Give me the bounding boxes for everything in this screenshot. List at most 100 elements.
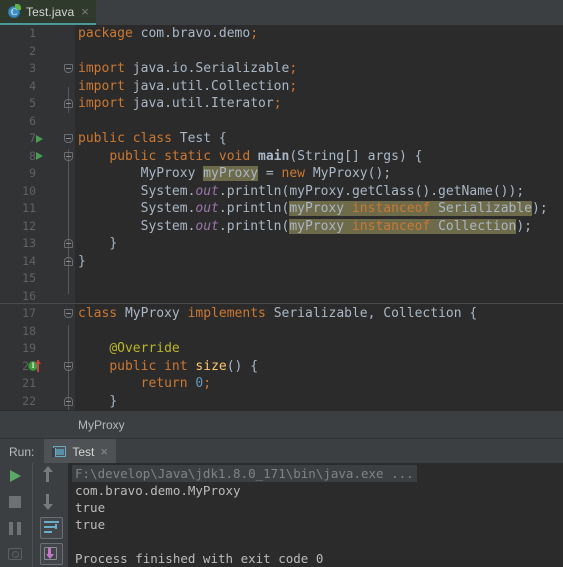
line-number: 9 bbox=[29, 166, 36, 180]
gutter-row: 4 bbox=[0, 78, 75, 96]
run-tab-test[interactable]: Test × bbox=[44, 439, 116, 464]
play-icon bbox=[10, 470, 21, 482]
gutter-row: 6 bbox=[0, 113, 75, 131]
line-number: 15 bbox=[22, 271, 36, 285]
fold-marker-icon[interactable] bbox=[64, 99, 73, 108]
prev-occurrence-button[interactable] bbox=[37, 463, 63, 489]
line-number: 22 bbox=[22, 393, 36, 408]
gutter-row: 10 bbox=[0, 183, 75, 201]
fold-marker-icon[interactable] bbox=[64, 134, 73, 143]
gutter-row: 3 bbox=[0, 60, 75, 78]
close-icon[interactable]: × bbox=[79, 5, 89, 18]
line-number: 21 bbox=[22, 376, 36, 390]
code-line-5: import java.util.Iterator; bbox=[78, 96, 282, 111]
fold-marker-icon[interactable] bbox=[64, 151, 73, 161]
editor-tab-label: Test.java bbox=[26, 4, 75, 19]
line-number: 13 bbox=[22, 236, 36, 250]
fold-marker-icon[interactable] bbox=[64, 309, 73, 318]
fold-marker-icon[interactable] bbox=[64, 256, 73, 266]
code-line-3: import java.io.Serializable; bbox=[78, 61, 298, 76]
line-number: 4 bbox=[29, 78, 36, 93]
gutter-row: 14 bbox=[0, 253, 75, 271]
console-line-command: F:\develop\Java\jdk1.8.0_171\bin\java.ex… bbox=[72, 465, 417, 482]
line-number: 19 bbox=[22, 341, 36, 355]
arrow-up-icon bbox=[42, 466, 53, 482]
gutter-row: 5 bbox=[0, 95, 75, 113]
code-line-1: package com.bravo.demo; bbox=[78, 26, 259, 41]
line-number: 10 bbox=[22, 183, 36, 198]
line-number: 3 bbox=[29, 61, 36, 75]
editor-tab-test-java[interactable]: C Test.java × bbox=[0, 0, 96, 25]
gutter-row: 13 bbox=[0, 235, 75, 253]
run-console[interactable]: F:\develop\Java\jdk1.8.0_171\bin\java.ex… bbox=[0, 463, 563, 567]
gutter-row: 12 bbox=[0, 218, 75, 236]
close-icon[interactable]: × bbox=[100, 445, 108, 458]
breadcrumb[interactable]: MyProxy bbox=[0, 410, 563, 439]
pause-icon bbox=[9, 522, 13, 535]
editor-gutter[interactable]: 1 2 3 4 5 6 7 8 9 10 11 12 13 14 15 16 1… bbox=[0, 25, 75, 410]
gutter-row: 21 bbox=[0, 375, 75, 393]
gutter-row: 15 bbox=[0, 270, 75, 288]
code-line-17: class MyProxy implements Serializable, C… bbox=[78, 306, 478, 321]
code-line-12: System.out.println(myProxy instanceof Co… bbox=[78, 218, 532, 234]
run-toolwindow-header: Run: Test × bbox=[0, 438, 563, 464]
breadcrumb-label: MyProxy bbox=[78, 418, 125, 432]
camera-icon bbox=[8, 548, 22, 560]
line-number: 18 bbox=[22, 323, 36, 338]
gutter-row: 17 bbox=[0, 305, 75, 323]
pause-button[interactable] bbox=[2, 515, 28, 541]
code-line-20: public int size() { bbox=[109, 358, 259, 374]
code-line-10: System.out.println(myProxy.getClass().ge… bbox=[78, 183, 525, 199]
line-number: 2 bbox=[29, 43, 36, 58]
console-line: true bbox=[75, 500, 106, 515]
code-line-8: public static void main(String[] args) { bbox=[109, 148, 423, 164]
dump-threads-button[interactable] bbox=[2, 541, 28, 567]
soft-wrap-button[interactable] bbox=[37, 515, 63, 541]
code-line-11: System.out.println(myProxy instanceof Se… bbox=[78, 201, 548, 216]
code-line-14: } bbox=[78, 253, 86, 269]
code-line-22: } bbox=[109, 393, 118, 409]
code-text-area[interactable]: package com.bravo.demo; import java.io.S… bbox=[0, 25, 563, 410]
code-editor[interactable]: 1 2 3 4 5 6 7 8 9 10 11 12 13 14 15 16 1… bbox=[0, 25, 563, 410]
stop-button[interactable] bbox=[2, 489, 28, 515]
line-number: 12 bbox=[22, 218, 36, 233]
code-line-7: public class Test { bbox=[78, 131, 227, 146]
scroll-to-end-button[interactable] bbox=[37, 541, 63, 567]
gutter-row: 11 bbox=[0, 200, 75, 218]
fold-marker-icon[interactable] bbox=[64, 396, 73, 406]
next-occurrence-button[interactable] bbox=[37, 489, 63, 515]
run-tab-label: Test bbox=[72, 444, 95, 459]
gutter-row: 20 I bbox=[0, 358, 75, 376]
gutter-row: 22 bbox=[0, 393, 75, 411]
line-number: 14 bbox=[22, 253, 36, 268]
fold-marker-icon[interactable] bbox=[64, 64, 73, 73]
gutter-row: 2 bbox=[0, 43, 75, 61]
code-line-13: } bbox=[109, 236, 118, 251]
implementing-method-icon[interactable]: I bbox=[28, 360, 41, 372]
gutter-row: 19 bbox=[0, 340, 75, 358]
arrow-down-icon bbox=[42, 494, 53, 510]
code-line-9: MyProxy myProxy = new MyProxy(); bbox=[78, 166, 392, 181]
run-method-icon[interactable] bbox=[36, 152, 43, 160]
gutter-row: 1 bbox=[0, 25, 75, 43]
scroll-to-end-icon bbox=[44, 547, 57, 560]
stop-icon bbox=[9, 496, 21, 508]
line-number: 1 bbox=[29, 26, 36, 40]
console-icon bbox=[52, 445, 67, 458]
method-separator bbox=[0, 303, 563, 304]
line-number: 6 bbox=[29, 113, 36, 128]
line-number: 7 bbox=[29, 131, 36, 145]
run-class-icon[interactable] bbox=[36, 134, 43, 143]
line-number: 11 bbox=[22, 201, 36, 215]
console-line: true bbox=[75, 517, 106, 532]
code-line-4: import java.util.Collection; bbox=[78, 78, 298, 94]
code-line-21: return 0; bbox=[140, 376, 212, 391]
fold-marker-icon[interactable] bbox=[64, 239, 73, 248]
gutter-row: 8 bbox=[0, 148, 75, 166]
soft-wrap-icon bbox=[44, 521, 59, 535]
editor-tab-bar: C Test.java × bbox=[0, 0, 563, 26]
gutter-row: 18 bbox=[0, 323, 75, 341]
rerun-button[interactable] bbox=[2, 463, 28, 489]
gutter-row: 9 bbox=[0, 165, 75, 183]
fold-marker-icon[interactable] bbox=[64, 361, 73, 371]
